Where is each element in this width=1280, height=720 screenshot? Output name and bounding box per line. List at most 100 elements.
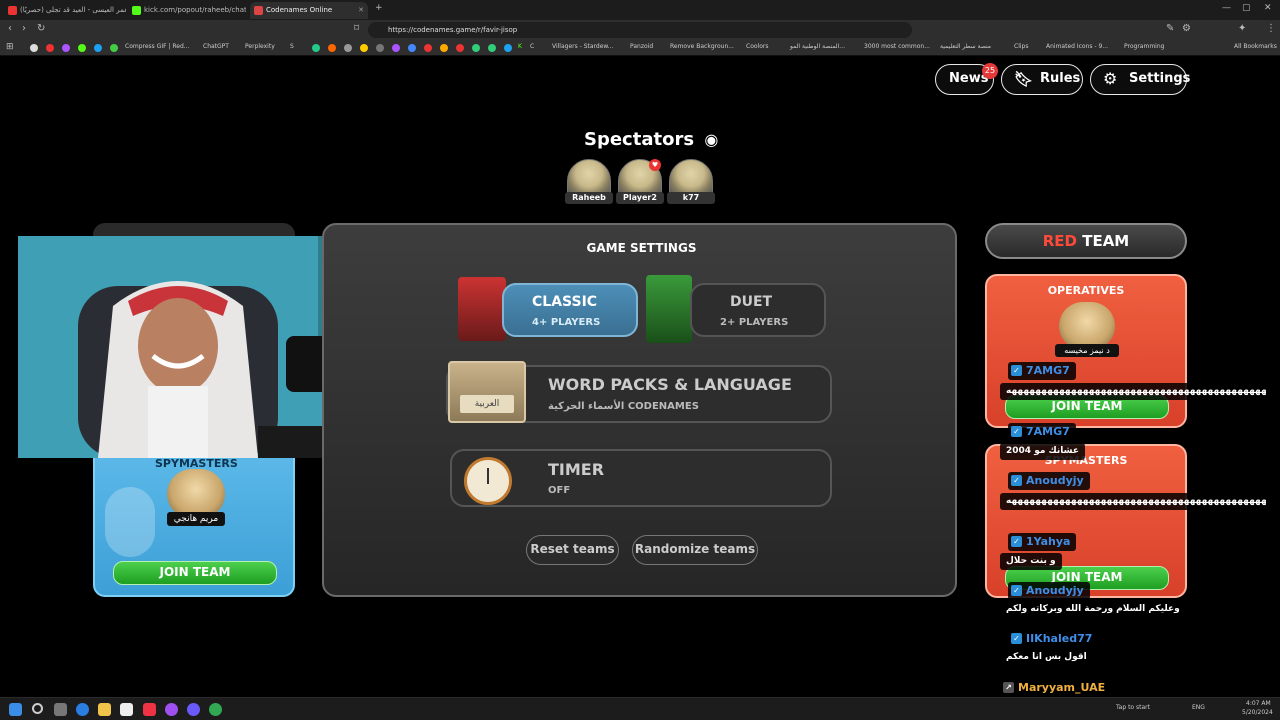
- ai-icon[interactable]: ✦: [1238, 23, 1246, 34]
- bookmark-folder[interactable]: Programming: [1124, 43, 1164, 50]
- file-explorer-icon[interactable]: [98, 703, 111, 716]
- bookmark-link[interactable]: S: [290, 43, 294, 50]
- bookmark-link[interactable]: Compress GIF | Red...: [125, 43, 190, 50]
- mode-name: DUET: [730, 294, 773, 310]
- url-input[interactable]: https://codenames.game/r/favir-jisop: [368, 22, 912, 38]
- maximize-icon[interactable]: ▢: [1242, 3, 1251, 13]
- bookmark-link[interactable]: Perplexity: [245, 43, 275, 50]
- edit-icon[interactable]: ✎: [1166, 23, 1174, 34]
- chat-username: ✓ IIKhaled77: [1008, 630, 1099, 648]
- bookmark-link[interactable]: Remove Backgroun...: [670, 43, 734, 50]
- kick-bookmark-icon[interactable]: K: [518, 43, 522, 50]
- bookmark-link[interactable]: Panzoid: [630, 43, 653, 50]
- bookmark-link[interactable]: المنصة الوطنية المو...: [790, 43, 845, 50]
- bookmark-icon[interactable]: [62, 44, 70, 52]
- obs-icon[interactable]: [187, 703, 200, 716]
- bookmark-link[interactable]: Animated Icons - 9...: [1046, 43, 1108, 50]
- mode-classic-option[interactable]: CLASSIC 4+ PLAYERS: [502, 283, 638, 337]
- close-tab-icon[interactable]: ✕: [358, 2, 364, 19]
- spectator-name: k77: [667, 192, 715, 204]
- operative-avatar: [1059, 302, 1115, 350]
- bookmark-icon[interactable]: [440, 44, 448, 52]
- bookmark-link[interactable]: منصة سطر التعليمية: [940, 43, 991, 50]
- bookmark-link[interactable]: ChatGPT: [203, 43, 229, 50]
- new-tab-icon[interactable]: +: [375, 3, 383, 13]
- bookmark-icon[interactable]: [424, 44, 432, 52]
- codenames-icon: [254, 6, 263, 15]
- red-spymasters-panel: SPYMASTERS JOIN TEAM: [985, 444, 1187, 598]
- chat-message: و بنت حلال: [1000, 553, 1062, 570]
- bookmark-icon[interactable]: [472, 44, 480, 52]
- chat-user: Anoudyjy: [1026, 584, 1084, 597]
- bookmark-icon[interactable]: [94, 44, 102, 52]
- bookmark-icon[interactable]: [30, 44, 38, 52]
- tab-title: عمر العيسى - العيد قد تجلى (حصريًا) | ..…: [20, 6, 126, 14]
- bookmark-link[interactable]: C: [530, 43, 534, 50]
- windows-start-icon[interactable]: [9, 703, 22, 716]
- eye-icon: ◉: [704, 130, 719, 149]
- verified-icon: ✓: [1011, 633, 1022, 644]
- rules-button[interactable]: 🔖︎ Rules: [1001, 64, 1083, 95]
- bookmark-icon[interactable]: [360, 44, 368, 52]
- close-window-icon[interactable]: ✕: [1264, 3, 1272, 13]
- bookmark-icon[interactable]: [376, 44, 384, 52]
- browser-tab[interactable]: عمر العيسى - العيد قد تجلى (حصريًا) | ..…: [4, 2, 126, 19]
- url-text: https://codenames.game/r/favir-jisop: [388, 26, 518, 34]
- reply-icon: ↗: [1003, 682, 1014, 693]
- bookmark-icon[interactable]: [408, 44, 416, 52]
- tab-title: Codenames Online: [266, 6, 333, 14]
- bookmark-link[interactable]: Villagers - Stardew...: [552, 43, 614, 50]
- edge-icon[interactable]: [76, 703, 89, 716]
- app-icon[interactable]: [165, 703, 178, 716]
- bookmark-link[interactable]: 3000 most common...: [864, 43, 930, 50]
- bookmark-icon[interactable]: [78, 44, 86, 52]
- bookmark-link[interactable]: Coolors: [746, 43, 768, 50]
- kick-icon: [132, 6, 141, 15]
- task-view-icon[interactable]: [54, 703, 67, 716]
- brave-icon[interactable]: [143, 703, 156, 716]
- settings-button[interactable]: ⚙ Settings: [1090, 64, 1190, 95]
- bookmark-icon[interactable]: [344, 44, 352, 52]
- chrome-icon[interactable]: [209, 703, 222, 716]
- language-box-label: العربية: [460, 395, 514, 413]
- browser-tab[interactable]: kick.com/popout/raheeb/chat: [128, 2, 246, 19]
- timer-value: OFF: [548, 485, 571, 496]
- search-icon[interactable]: [32, 703, 43, 714]
- clock-time[interactable]: 4:07 AM: [1246, 700, 1271, 707]
- mode-duet-option[interactable]: DUET 2+ PLAYERS: [690, 283, 826, 337]
- browser-tab-active[interactable]: Codenames Online ✕: [250, 2, 368, 19]
- reload-icon[interactable]: ↻: [37, 23, 45, 34]
- randomize-teams-button[interactable]: Randomize teams: [632, 535, 758, 565]
- bookmark-page-icon[interactable]: ⌑: [354, 23, 359, 34]
- blue-join-team-button[interactable]: JOIN TEAM: [113, 561, 277, 585]
- bookmark-icon[interactable]: [328, 44, 336, 52]
- minimize-icon[interactable]: —: [1222, 3, 1231, 13]
- bookmark-icon[interactable]: [504, 44, 512, 52]
- menu-icon[interactable]: ⋮: [1266, 23, 1276, 34]
- bookmark-icon[interactable]: [46, 44, 54, 52]
- mode-players: 2+ PLAYERS: [720, 317, 789, 328]
- verified-icon: ✓: [1011, 475, 1022, 486]
- red-team-header: RED TEAM: [985, 223, 1187, 259]
- chat-user: Maryyam_UAE: [1018, 681, 1106, 694]
- bookmark-icon[interactable]: [392, 44, 400, 52]
- bookmark-icon[interactable]: [312, 44, 320, 52]
- chat-user: 1Yahya: [1026, 535, 1071, 548]
- timer-option[interactable]: TIMER OFF: [450, 449, 832, 507]
- bookmark-link[interactable]: Clips: [1014, 43, 1028, 50]
- bookmark-icon[interactable]: [110, 44, 118, 52]
- bookmark-icon[interactable]: [488, 44, 496, 52]
- red-team-title-red: RED: [1042, 232, 1077, 250]
- extensions-icon[interactable]: ⚙: [1182, 23, 1191, 34]
- forward-icon[interactable]: ›: [22, 23, 26, 34]
- all-bookmarks-folder[interactable]: All Bookmarks: [1234, 43, 1277, 50]
- language-indicator[interactable]: ENG: [1192, 704, 1205, 711]
- apps-icon[interactable]: ⊞: [6, 42, 14, 52]
- clock-date[interactable]: 5/20/2024: [1242, 709, 1273, 716]
- classic-box-image: [458, 277, 506, 341]
- back-icon[interactable]: ‹: [8, 23, 12, 34]
- notion-icon[interactable]: [120, 703, 133, 716]
- reset-teams-button[interactable]: Reset teams: [526, 535, 619, 565]
- spectators-heading: Spectators ◉: [584, 129, 718, 150]
- bookmark-icon[interactable]: [456, 44, 464, 52]
